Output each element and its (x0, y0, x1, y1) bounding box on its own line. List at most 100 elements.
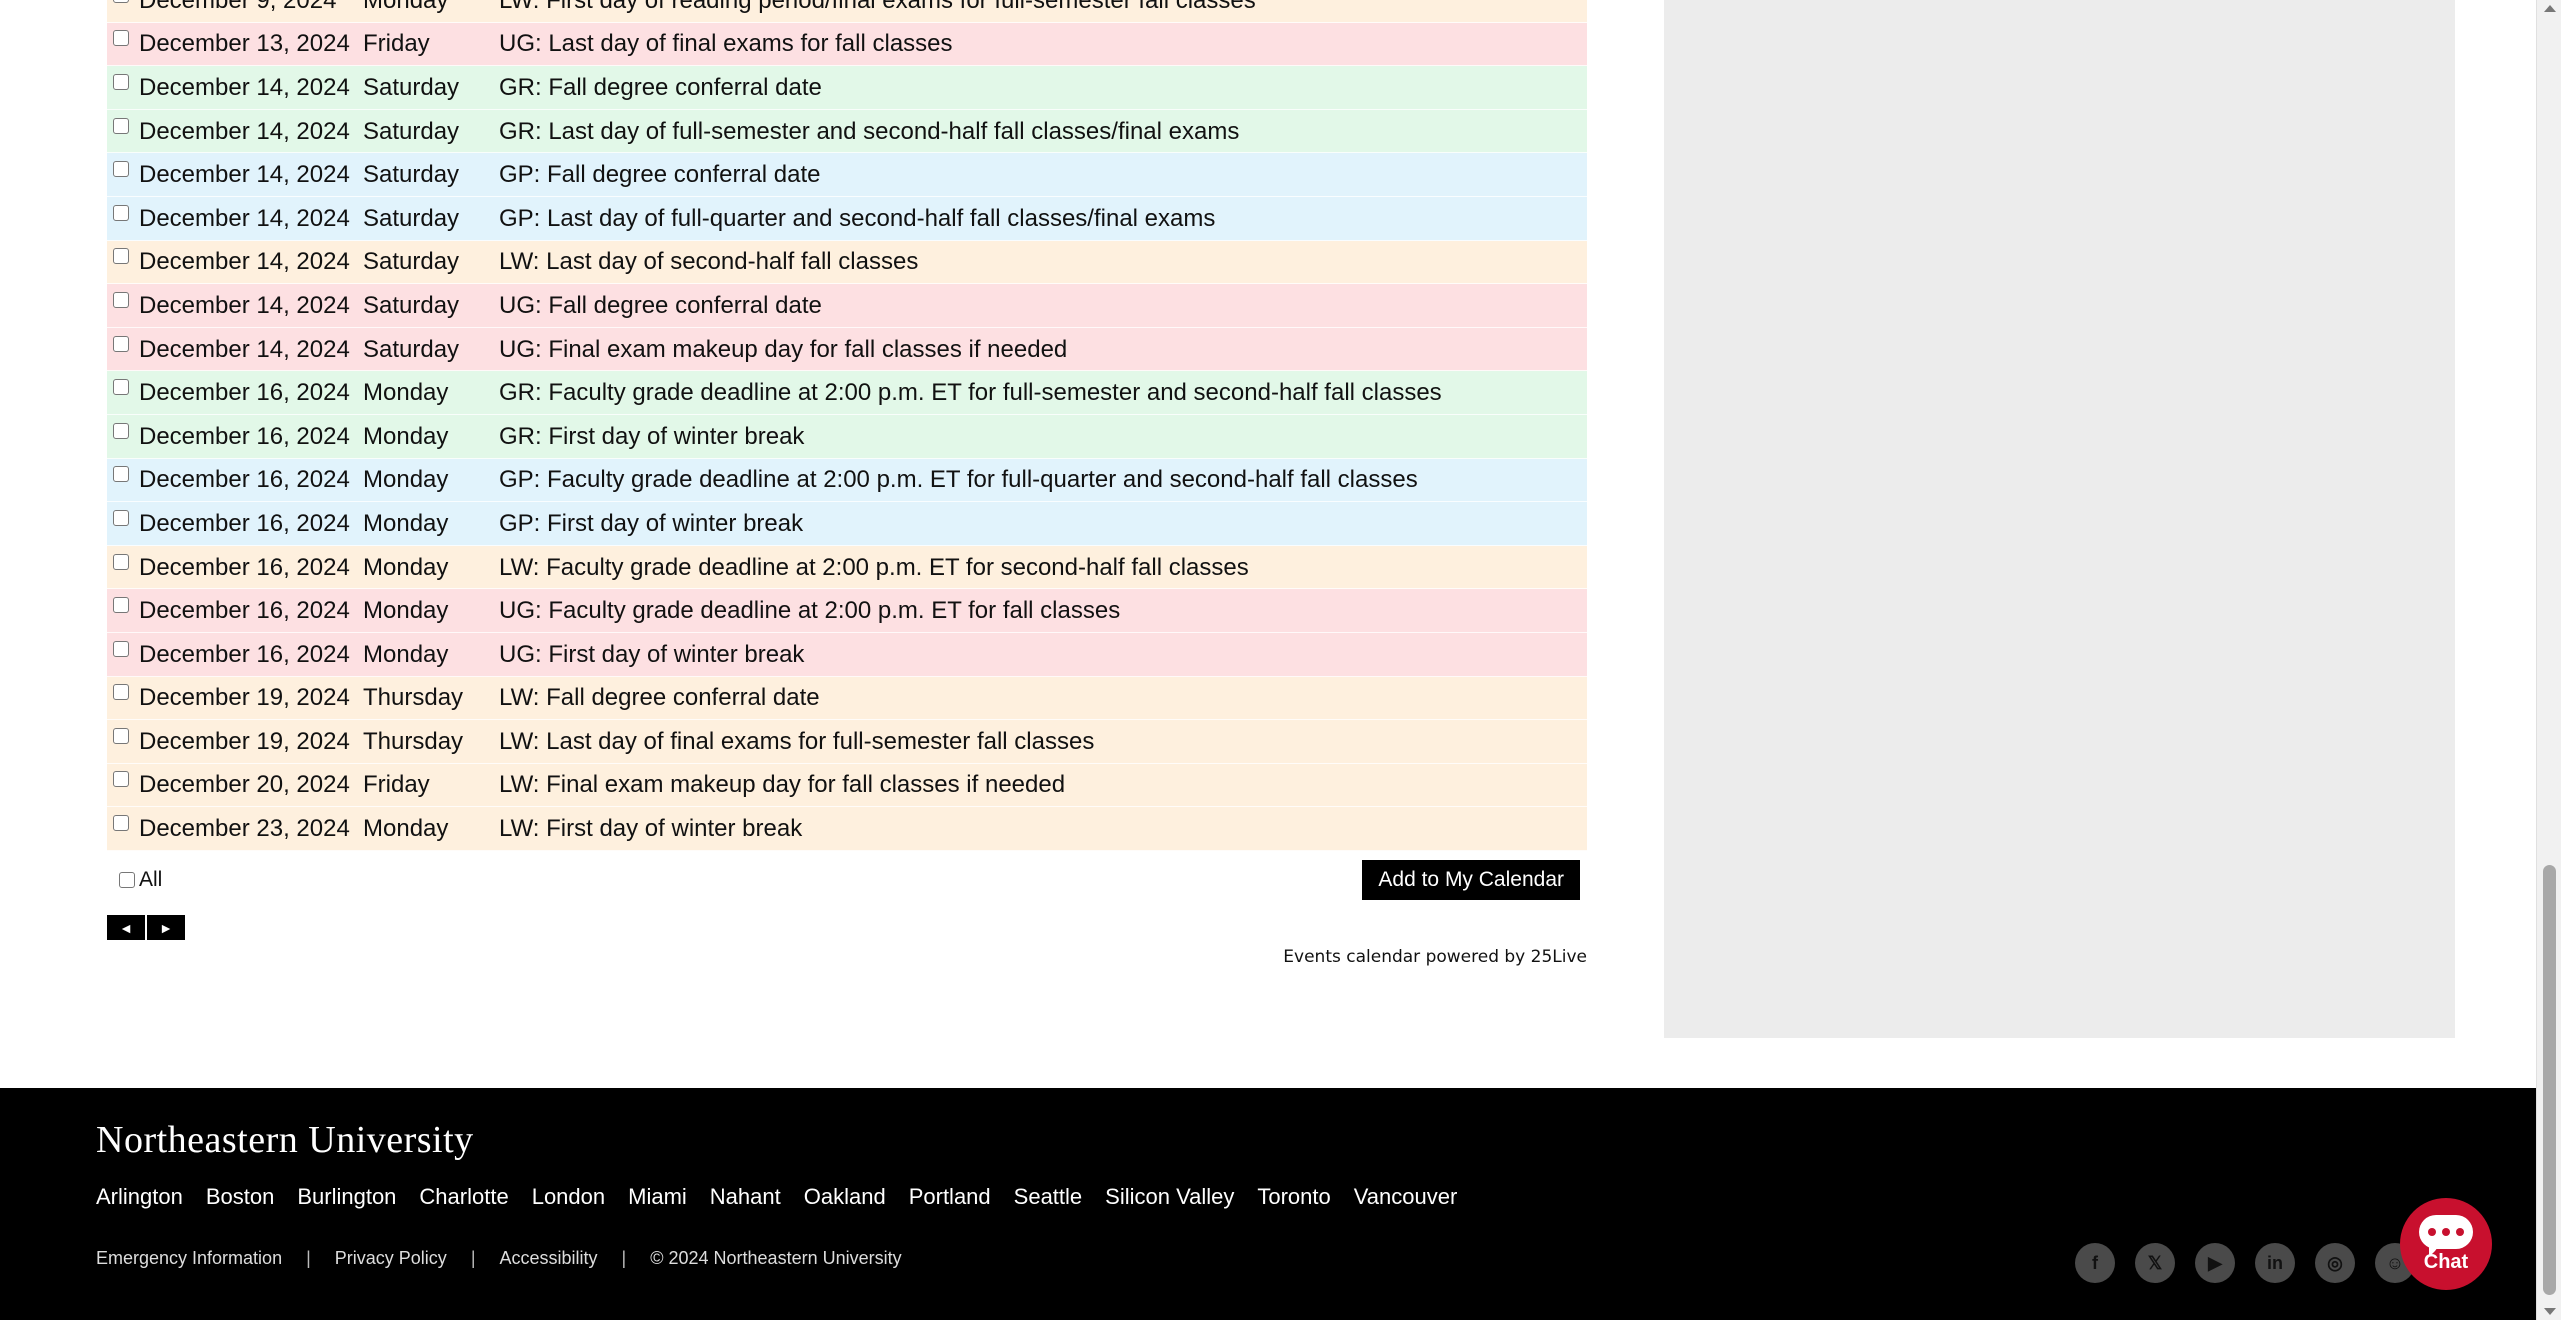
event-checkbox[interactable] (113, 727, 129, 744)
campus-link[interactable]: Burlington (297, 1184, 396, 1210)
event-day: Saturday (363, 161, 460, 189)
scroll-down-arrow-icon[interactable] (2544, 1308, 2556, 1315)
footer-legal-links: Emergency Information | Privacy Policy | Acc… (96, 1248, 902, 1269)
event-day: Monday (363, 509, 449, 537)
prev-page-button[interactable]: ◄ (107, 915, 145, 940)
event-date: December 20, 2024 (139, 771, 350, 799)
event-day: Saturday (363, 117, 460, 145)
calendar-controls: All Add to My Calendar (107, 860, 1587, 904)
campus-link[interactable]: Charlotte (419, 1184, 508, 1210)
event-description: LW: Faculty grade deadline at 2:00 p.m. … (499, 553, 1249, 581)
sidebar-panel (1664, 0, 2455, 1038)
legal-link[interactable]: Privacy Policy (335, 1248, 447, 1269)
event-checkbox[interactable] (113, 335, 129, 352)
campus-link[interactable]: Oakland (804, 1184, 886, 1210)
event-checkbox[interactable] (113, 509, 129, 526)
social-links: f 𝕏 ▶ in ◎ ☺ (2075, 1243, 2415, 1283)
x-icon[interactable]: 𝕏 (2135, 1243, 2175, 1283)
powered-by-25live[interactable]: Events calendar powered by 25Live (1100, 947, 1587, 967)
campus-link[interactable]: Portland (909, 1184, 991, 1210)
campus-link[interactable]: Arlington (96, 1184, 183, 1210)
page-scrollbar[interactable] (2536, 0, 2561, 1320)
event-date: December 16, 2024 (139, 379, 350, 407)
select-all-checkbox[interactable] (119, 872, 135, 888)
event-checkbox[interactable] (113, 379, 129, 396)
event-checkbox[interactable] (113, 248, 129, 265)
chat-bubble-icon (2419, 1214, 2473, 1257)
event-checkbox[interactable] (113, 0, 129, 3)
campus-link[interactable]: Vancouver (1354, 1184, 1458, 1210)
event-row: December 16, 2024 Monday UG: Faculty grade… (107, 589, 1587, 633)
event-row: December 16, 2024 Monday GP: First day of … (107, 502, 1587, 546)
event-day: Thursday (363, 684, 464, 712)
event-description: UG: Final exam makeup day for fall class… (499, 335, 1068, 363)
event-checkbox[interactable] (113, 291, 129, 308)
event-description: LW: First day of winter break (499, 815, 803, 843)
campus-link[interactable]: Seattle (1014, 1184, 1083, 1210)
event-date: December 16, 2024 (139, 422, 350, 450)
facebook-icon[interactable]: f (2075, 1243, 2115, 1283)
event-checkbox[interactable] (113, 771, 129, 788)
event-checkbox[interactable] (113, 640, 129, 657)
event-checkbox[interactable] (113, 30, 129, 47)
footer-brand-wordmark[interactable]: Northeastern University (96, 1118, 474, 1162)
legal-separator: | (470, 1248, 476, 1268)
event-row: December 14, 2024 Saturday LW: Last day of… (107, 240, 1587, 285)
campus-link[interactable]: Toronto (1257, 1184, 1330, 1210)
event-row: December 16, 2024 Monday GR: Faculty grade… (107, 371, 1587, 415)
event-checkbox[interactable] (113, 161, 129, 178)
event-checkbox[interactable] (113, 204, 129, 221)
event-checkbox[interactable] (113, 422, 129, 439)
event-checkbox[interactable] (113, 73, 129, 90)
scroll-up-arrow-icon[interactable] (2544, 5, 2556, 12)
select-all[interactable]: All (119, 868, 162, 892)
event-date: December 19, 2024 (139, 727, 350, 755)
youtube-icon[interactable]: ▶ (2195, 1243, 2235, 1283)
event-date: December 14, 2024 (139, 73, 350, 101)
scroll-thumb[interactable] (2543, 865, 2556, 1295)
event-date: December 9, 2024 (139, 0, 337, 14)
add-to-my-calendar-button[interactable]: Add to My Calendar (1362, 860, 1580, 900)
event-description: LW: Last day of final exams for full-sem… (499, 727, 1095, 755)
event-row: December 19, 2024 Thursday LW: Fall degree… (107, 676, 1587, 721)
instagram-icon[interactable]: ◎ (2315, 1243, 2355, 1283)
event-day: Monday (363, 815, 449, 843)
event-date: December 14, 2024 (139, 117, 350, 145)
event-day: Saturday (363, 204, 460, 232)
next-page-button[interactable]: ► (147, 915, 185, 940)
event-checkbox[interactable] (113, 815, 129, 832)
event-day: Thursday (363, 727, 464, 755)
campus-link[interactable]: London (532, 1184, 605, 1210)
event-row: December 14, 2024 Saturday GP: Fall degree… (107, 153, 1587, 197)
event-date: December 16, 2024 (139, 597, 350, 625)
page-viewport: December 9, 2024 Monday LW: First day of r… (0, 0, 2536, 1320)
event-description: GR: Faculty grade deadline at 2:00 p.m. … (499, 379, 1442, 407)
event-checkbox[interactable] (113, 597, 129, 614)
event-date: December 16, 2024 (139, 640, 350, 668)
event-description: LW: Final exam makeup day for fall class… (499, 771, 1066, 799)
event-row: December 14, 2024 Saturday GR: Fall degree… (107, 66, 1587, 110)
campus-link[interactable]: Miami (628, 1184, 687, 1210)
campus-link[interactable]: Silicon Valley (1105, 1184, 1234, 1210)
event-description: UG: First day of winter break (499, 640, 805, 668)
event-row: December 19, 2024 Thursday LW: Last day of… (107, 720, 1587, 764)
events-table: December 9, 2024 Monday LW: First day of r… (107, 0, 1587, 851)
event-checkbox[interactable] (113, 684, 129, 701)
campus-link[interactable]: Nahant (710, 1184, 781, 1210)
event-date: December 16, 2024 (139, 553, 350, 581)
linkedin-icon[interactable]: in (2255, 1243, 2295, 1283)
chat-button[interactable]: Chat (2400, 1198, 2492, 1290)
campus-link[interactable]: Boston (206, 1184, 275, 1210)
event-row: December 16, 2024 Monday GP: Faculty grade… (107, 458, 1587, 503)
event-day: Saturday (363, 291, 460, 319)
event-row: December 16, 2024 Monday LW: Faculty grade… (107, 545, 1587, 590)
event-checkbox[interactable] (113, 466, 129, 483)
event-day: Monday (363, 379, 449, 407)
event-checkbox[interactable] (113, 553, 129, 570)
legal-link[interactable]: Emergency Information (96, 1248, 282, 1269)
event-date: December 14, 2024 (139, 291, 350, 319)
legal-link[interactable]: Accessibility (500, 1248, 598, 1269)
event-day: Friday (363, 771, 430, 799)
event-date: December 16, 2024 (139, 509, 350, 537)
event-checkbox[interactable] (113, 117, 129, 134)
